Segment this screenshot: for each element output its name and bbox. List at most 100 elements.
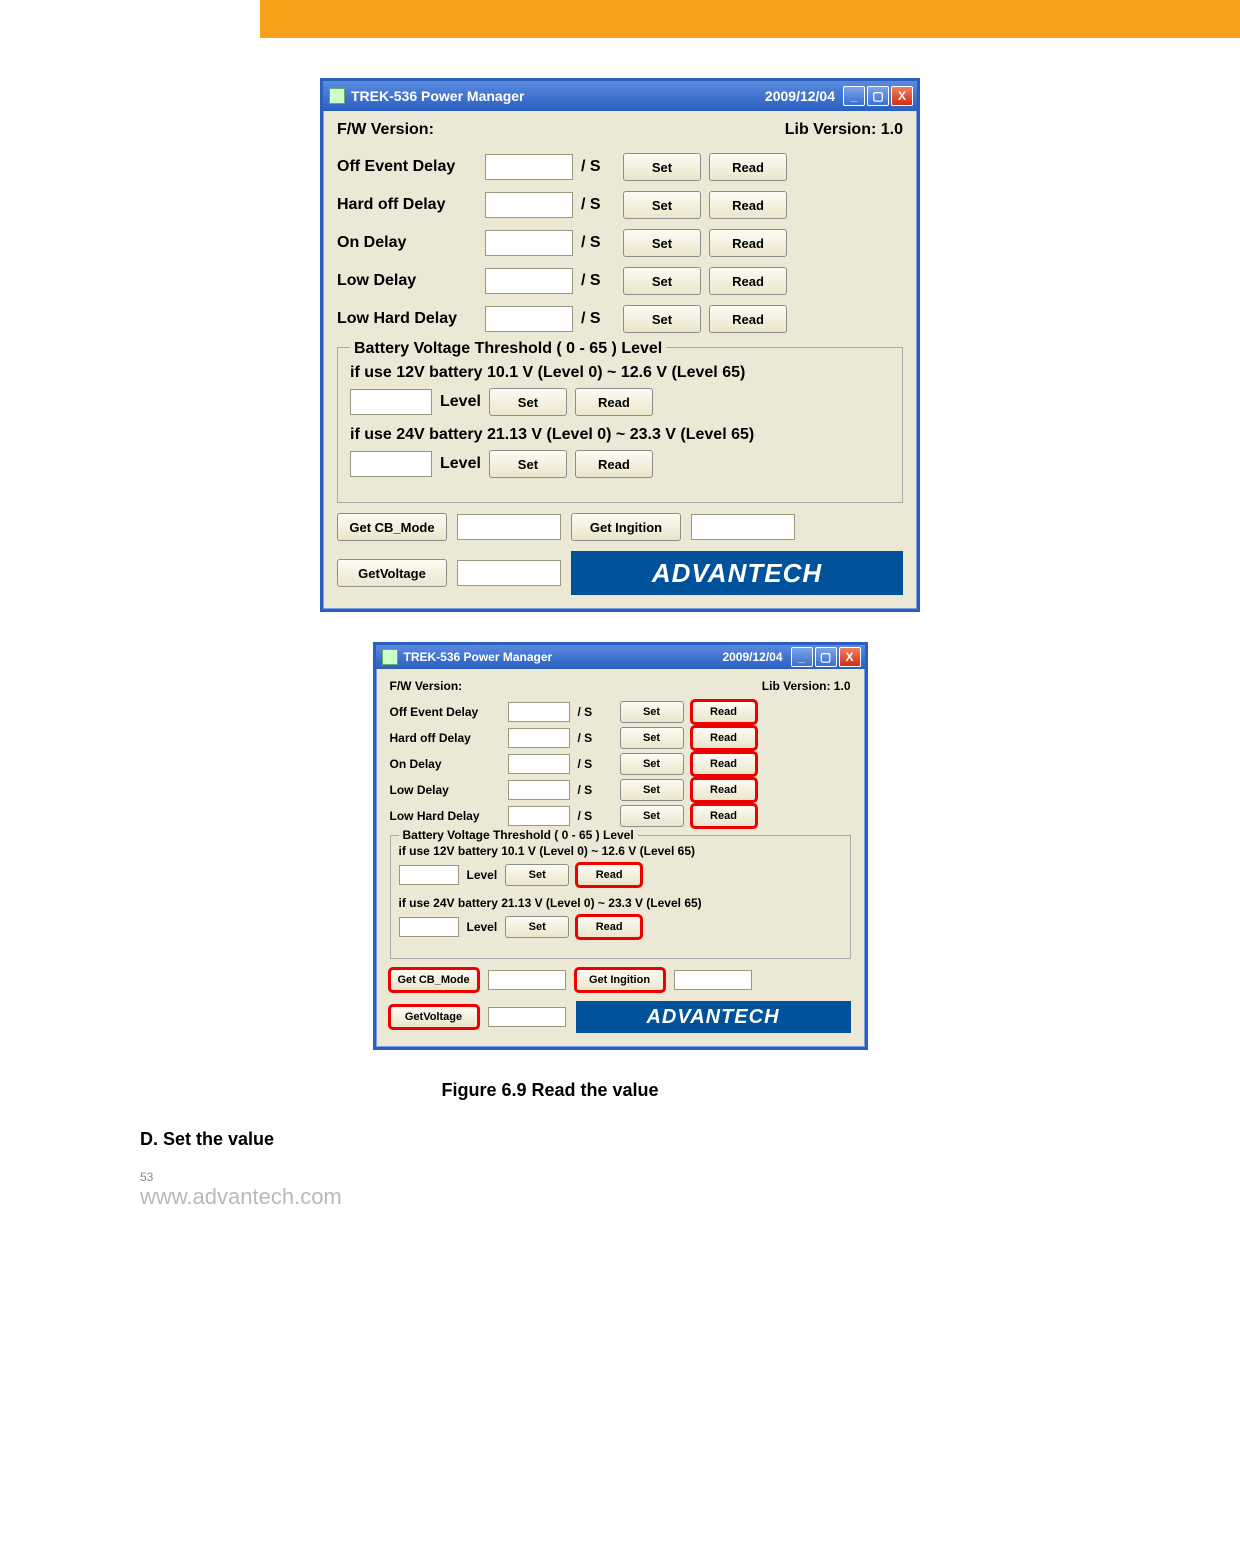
on-read-button[interactable]: Read (709, 229, 787, 257)
hard-off-set-button[interactable]: Set (620, 727, 684, 749)
maximize-icon[interactable]: ▢ (815, 647, 837, 667)
cb-mode-readout (488, 970, 566, 990)
off-event-read-button[interactable]: Read (692, 701, 756, 723)
on-delay-input[interactable] (508, 754, 570, 774)
figure-caption: Figure 6.9 Read the value (0, 1080, 1100, 1101)
page-header-bar (0, 0, 1240, 38)
row-off-event-delay: Off Event Delay / S Set Read (337, 153, 903, 181)
close-icon[interactable]: X (839, 647, 861, 667)
low-delay-input[interactable] (508, 780, 570, 800)
battery-24v-set-button[interactable]: Set (489, 450, 567, 478)
low-hard-delay-input[interactable] (508, 806, 570, 826)
off-event-delay-input[interactable] (508, 702, 570, 722)
hard-off-delay-label: Hard off Delay (337, 196, 477, 214)
off-event-read-button[interactable]: Read (709, 153, 787, 181)
on-set-button[interactable]: Set (620, 753, 684, 775)
battery-12v-set-button[interactable]: Set (489, 388, 567, 416)
battery-24v-read-button[interactable]: Read (577, 916, 641, 938)
off-event-delay-label: Off Event Delay (337, 158, 477, 176)
on-set-button[interactable]: Set (623, 229, 701, 257)
on-read-button[interactable]: Read (692, 753, 756, 775)
advantech-logo: ADVANTECH (576, 1001, 851, 1033)
low-hard-delay-input[interactable] (485, 306, 573, 332)
hard-off-read-button[interactable]: Read (692, 727, 756, 749)
lib-version-label: Lib Version: 1.0 (762, 679, 851, 693)
unit-label: / S (581, 234, 615, 252)
unit-label: / S (578, 731, 612, 745)
battery-24v-set-button[interactable]: Set (505, 916, 569, 938)
unit-label: / S (578, 809, 612, 823)
low-hard-delay-label: Low Hard Delay (390, 809, 500, 823)
get-voltage-button[interactable]: GetVoltage (390, 1006, 478, 1028)
minimize-icon[interactable]: _ (843, 86, 865, 106)
battery-12v-read-button[interactable]: Read (577, 864, 641, 886)
hard-off-delay-label: Hard off Delay (390, 731, 500, 745)
window-date: 2009/12/04 (765, 88, 835, 104)
fw-version-label: F/W Version: (337, 121, 434, 139)
battery-24v-level-input[interactable] (350, 451, 432, 477)
low-hard-read-button[interactable]: Read (709, 305, 787, 333)
ignition-readout (691, 514, 795, 540)
low-set-button[interactable]: Set (620, 779, 684, 801)
low-read-button[interactable]: Read (709, 267, 787, 295)
battery-12v-set-button[interactable]: Set (505, 864, 569, 886)
hard-off-read-button[interactable]: Read (709, 191, 787, 219)
minimize-icon[interactable]: _ (791, 647, 813, 667)
header-white-tab (0, 0, 260, 38)
low-delay-label: Low Delay (390, 783, 500, 797)
unit-label: / S (581, 272, 615, 290)
battery-12v-read-button[interactable]: Read (575, 388, 653, 416)
off-event-delay-input[interactable] (485, 154, 573, 180)
power-manager-window-1: TREK-536 Power Manager 2009/12/04 _ ▢ X … (320, 78, 920, 612)
off-event-set-button[interactable]: Set (623, 153, 701, 181)
get-ignition-button[interactable]: Get Ingition (571, 513, 681, 541)
battery-24v-level-input[interactable] (399, 917, 459, 937)
page-number: 53 (140, 1170, 1100, 1184)
battery-24v-read-button[interactable]: Read (575, 450, 653, 478)
battery-threshold-title: Battery Voltage Threshold ( 0 - 65 ) Lev… (350, 340, 666, 358)
row-off-event-delay: Off Event Delay / S Set Read (390, 701, 851, 723)
row-low-hard-delay: Low Hard Delay / S Set Read (337, 305, 903, 333)
battery-12v-level-input[interactable] (350, 389, 432, 415)
get-voltage-button[interactable]: GetVoltage (337, 559, 447, 587)
get-cb-mode-button[interactable]: Get CB_Mode (390, 969, 478, 991)
level-label: Level (467, 868, 498, 882)
battery-24v-line: if use 24V battery 21.13 V (Level 0) ~ 2… (399, 896, 842, 910)
low-delay-input[interactable] (485, 268, 573, 294)
unit-label: / S (578, 705, 612, 719)
battery-threshold-group: Battery Voltage Threshold ( 0 - 65 ) Lev… (337, 347, 903, 503)
row-on-delay: On Delay / S Set Read (337, 229, 903, 257)
battery-12v-level-input[interactable] (399, 865, 459, 885)
low-hard-set-button[interactable]: Set (623, 305, 701, 333)
low-read-button[interactable]: Read (692, 779, 756, 801)
voltage-readout (457, 560, 561, 586)
on-delay-label: On Delay (390, 757, 500, 771)
titlebar[interactable]: TREK-536 Power Manager 2009/12/04 _ ▢ X (323, 81, 917, 111)
get-cb-mode-button[interactable]: Get CB_Mode (337, 513, 447, 541)
window-title: TREK-536 Power Manager (404, 650, 553, 664)
section-heading: D. Set the value (140, 1129, 1100, 1150)
hard-off-delay-input[interactable] (485, 192, 573, 218)
battery-24v-line: if use 24V battery 21.13 V (Level 0) ~ 2… (350, 426, 890, 444)
app-icon (382, 649, 398, 665)
row-hard-off-delay: Hard off Delay / S Set Read (390, 727, 851, 749)
maximize-icon[interactable]: ▢ (867, 86, 889, 106)
cb-mode-readout (457, 514, 561, 540)
low-hard-read-button[interactable]: Read (692, 805, 756, 827)
level-label: Level (440, 393, 481, 411)
hard-off-delay-input[interactable] (508, 728, 570, 748)
window-title: TREK-536 Power Manager (351, 88, 525, 104)
off-event-set-button[interactable]: Set (620, 701, 684, 723)
low-hard-set-button[interactable]: Set (620, 805, 684, 827)
voltage-readout (488, 1007, 566, 1027)
battery-12v-line: if use 12V battery 10.1 V (Level 0) ~ 12… (350, 364, 890, 382)
hard-off-set-button[interactable]: Set (623, 191, 701, 219)
power-manager-window-2: TREK-536 Power Manager 2009/12/04 _ ▢ X … (373, 642, 868, 1050)
on-delay-input[interactable] (485, 230, 573, 256)
low-set-button[interactable]: Set (623, 267, 701, 295)
get-ignition-button[interactable]: Get Ingition (576, 969, 664, 991)
close-icon[interactable]: X (891, 86, 913, 106)
titlebar[interactable]: TREK-536 Power Manager 2009/12/04 _ ▢ X (376, 645, 865, 669)
level-label: Level (440, 455, 481, 473)
app-icon (329, 88, 345, 104)
